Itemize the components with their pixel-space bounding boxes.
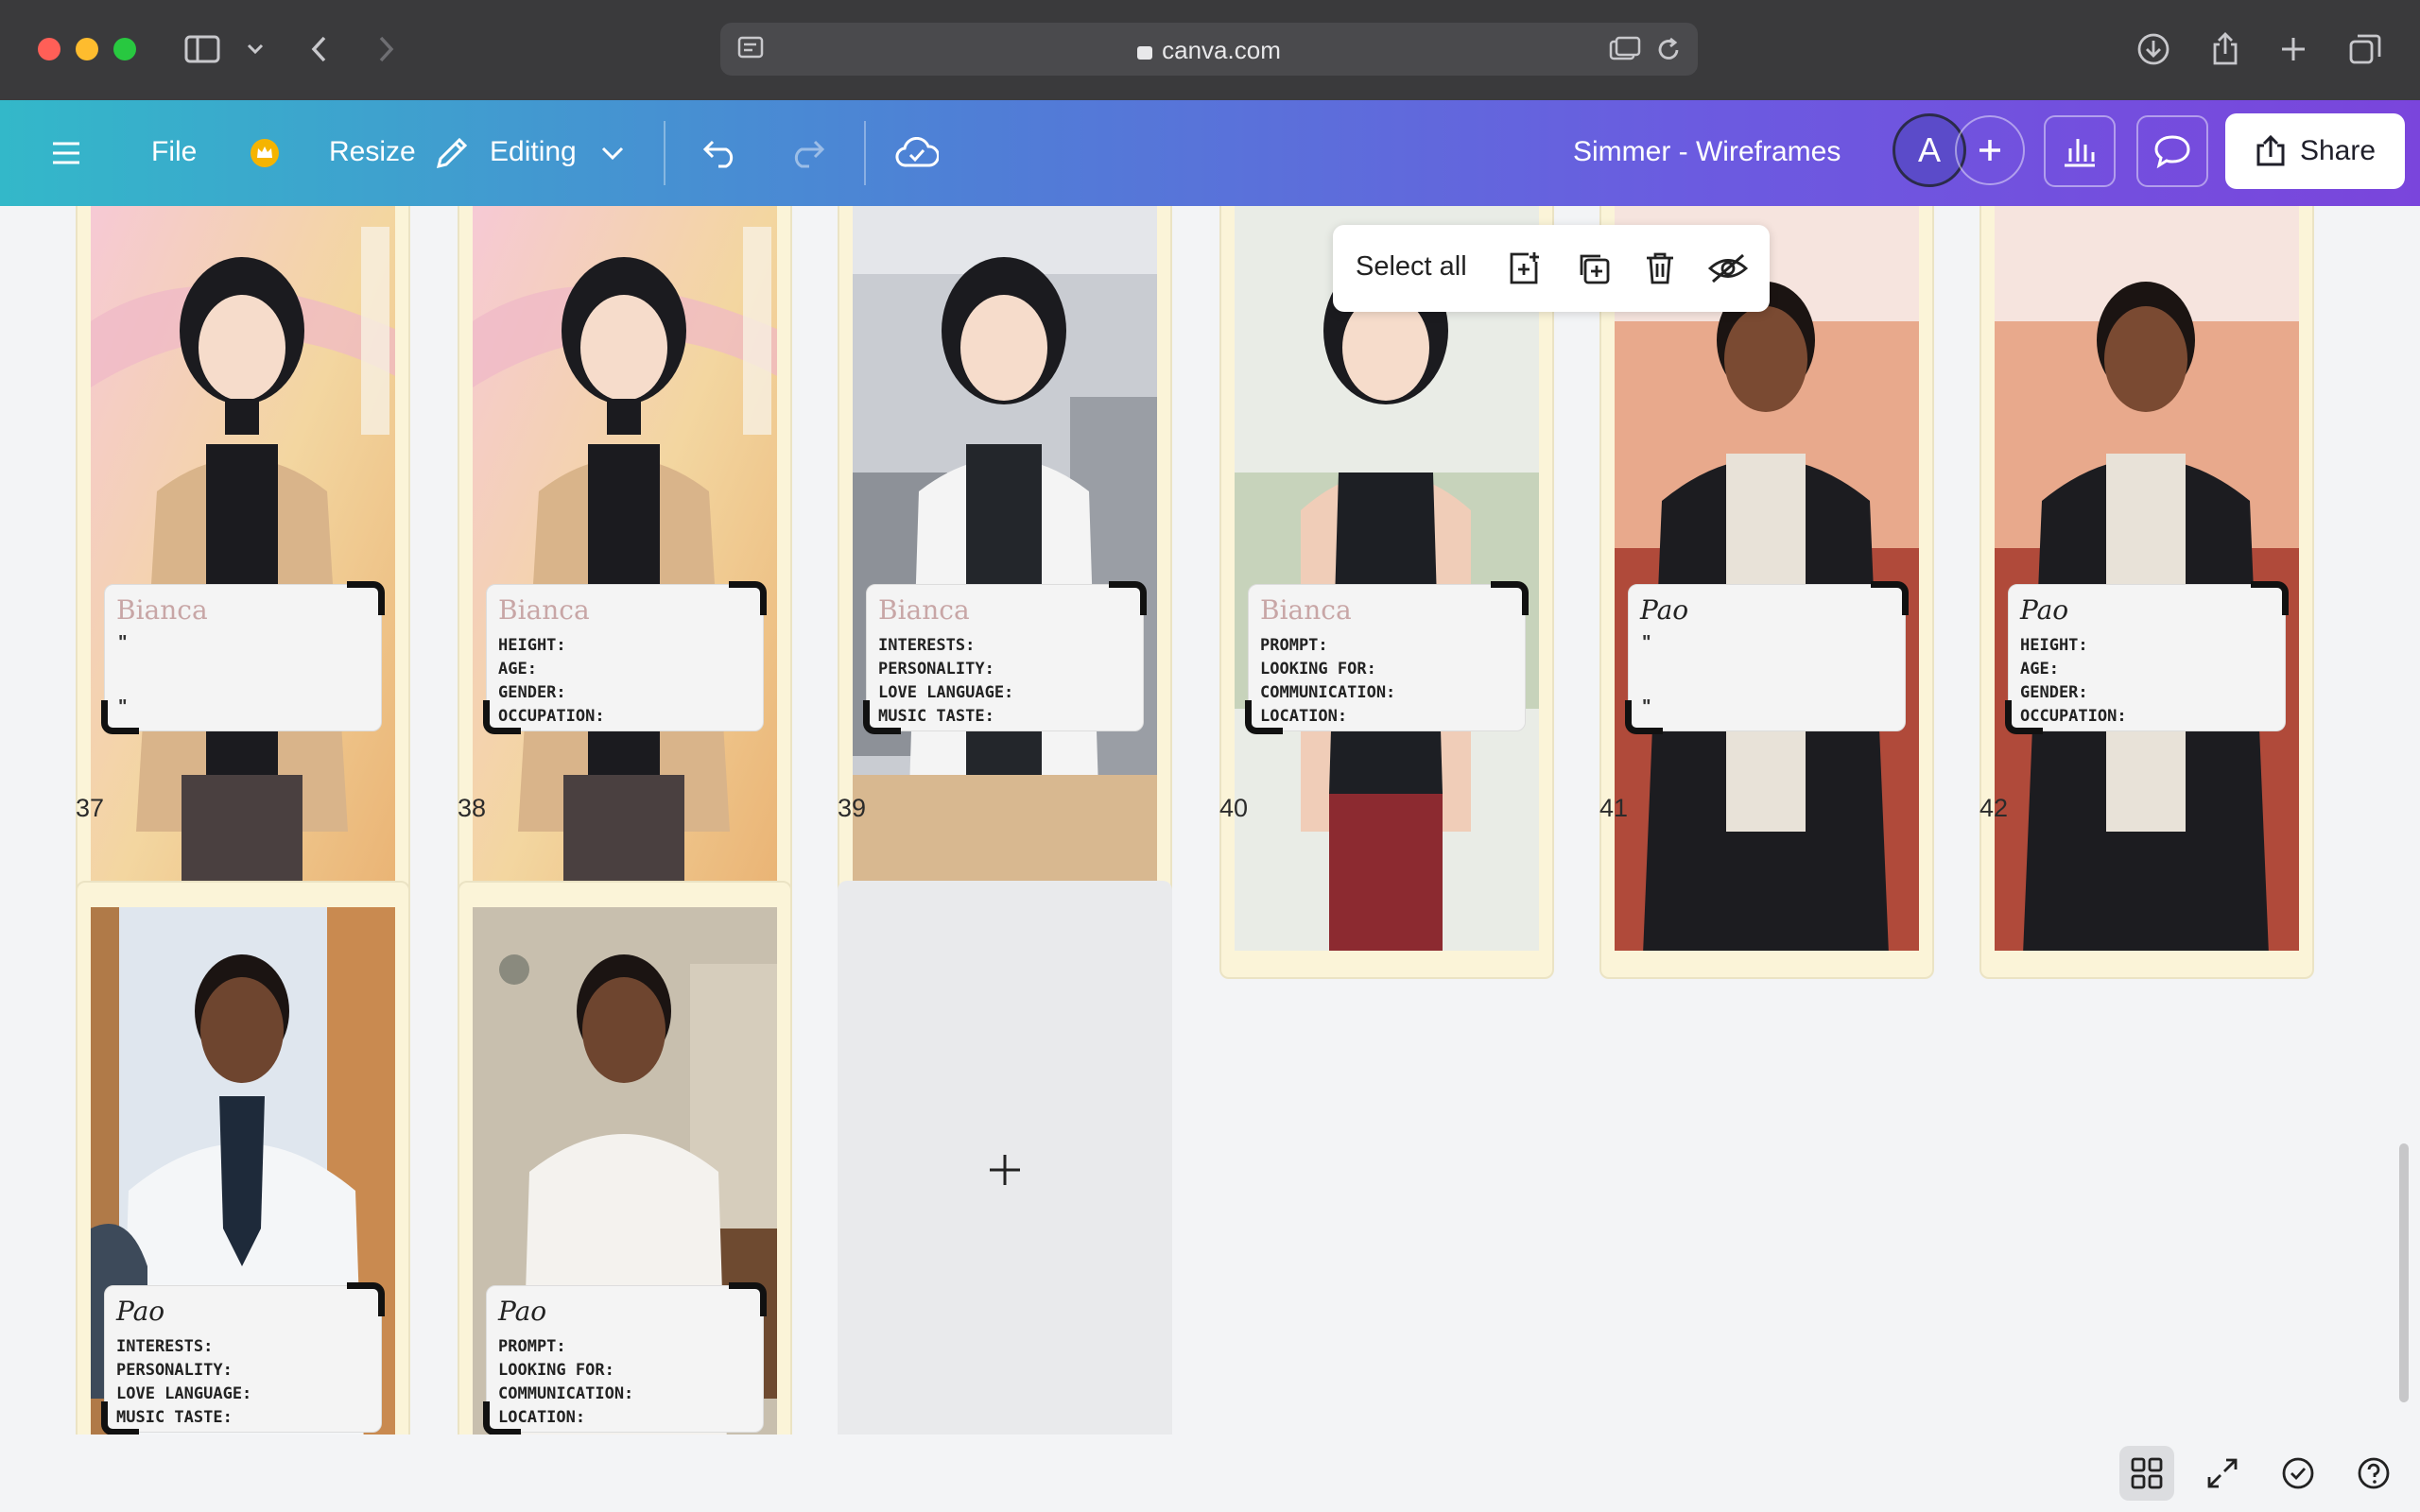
back-icon[interactable]: [299, 28, 340, 70]
plus-icon: [990, 1155, 1020, 1185]
profile-card: Pao " ": [1625, 581, 1909, 734]
character-illustration: [473, 206, 777, 951]
fullscreen-button[interactable]: [2195, 1446, 2250, 1501]
pencil-icon: [427, 129, 476, 178]
document-title[interactable]: Simmer - Wireframes: [1573, 136, 1841, 168]
profile-name: Pao: [116, 1296, 165, 1327]
profile-name: Pao: [498, 1296, 547, 1327]
chevron-down-icon[interactable]: [234, 28, 276, 70]
crown-icon: [242, 129, 287, 178]
profile-fields: PROMPT: LOOKING FOR: COMMUNICATION: LOCATIO…: [498, 1337, 634, 1427]
toolbar-divider: [864, 121, 866, 185]
trash-icon[interactable]: [1637, 246, 1683, 291]
page-number: 39: [838, 794, 867, 822]
profile-card: Bianca INTERESTS: PERSONALITY: LOVE LANGUA…: [863, 581, 1147, 734]
character-illustration: [1615, 206, 1919, 951]
editing-mode-dropdown[interactable]: Editing: [490, 136, 577, 168]
forward-icon[interactable]: [365, 28, 406, 70]
character-illustration: [91, 206, 395, 951]
close-window-button[interactable]: [38, 38, 60, 60]
page-selection-toolbar: Select all: [1333, 225, 1770, 312]
resize-button[interactable]: Resize: [329, 136, 416, 168]
add-page-button[interactable]: [838, 881, 1172, 1435]
menu-icon[interactable]: [42, 129, 91, 178]
insights-button[interactable]: [2044, 115, 2116, 187]
page-number: 41: [1599, 794, 1629, 822]
help-button[interactable]: [2346, 1446, 2401, 1501]
expand-icon: [2207, 1458, 2238, 1488]
profile-name: Pao: [2020, 594, 2069, 626]
profile-card: Bianca HEIGHT: AGE: GENDER: OCCUPATION:: [483, 581, 767, 734]
cloud-saved-icon[interactable]: [892, 129, 942, 178]
profile-card: Pao INTERESTS: PERSONALITY: LOVE LANGUAGE:…: [101, 1282, 385, 1435]
page-number: 37: [76, 794, 105, 822]
upload-icon: [2256, 134, 2285, 166]
duplicate-icon[interactable]: [1571, 246, 1616, 291]
tab-overview-icon[interactable]: [2344, 28, 2386, 70]
profile-name: Bianca: [498, 594, 590, 626]
redo-icon[interactable]: [783, 129, 832, 178]
toolbar-divider: [664, 121, 666, 185]
file-menu[interactable]: File: [151, 136, 197, 168]
page-number: 40: [1219, 794, 1249, 822]
grid-view-button[interactable]: [2119, 1446, 2174, 1501]
profile-card: Bianca " ": [101, 581, 385, 734]
hide-icon[interactable]: [1705, 246, 1751, 291]
maximize-window-button[interactable]: [113, 38, 136, 60]
character-illustration: [853, 206, 1157, 951]
editor-footer: [0, 1435, 2420, 1512]
sidebar-toggle-icon[interactable]: [182, 28, 223, 70]
profile-fields: PROMPT: LOOKING FOR: COMMUNICATION: LOCATIO…: [1260, 636, 1396, 726]
profile-name: Bianca: [1260, 594, 1352, 626]
profile-card: Bianca PROMPT: LOOKING FOR: COMMUNICATION:…: [1245, 581, 1529, 734]
share-button[interactable]: Share: [2225, 113, 2405, 189]
address-bar[interactable]: canva.com: [720, 23, 1698, 76]
pages-grid: Bianca " " Bianca HEIGHT: AGE: GENDER: OCCU…: [0, 206, 2420, 1435]
quote-mark: ": [1642, 696, 1651, 717]
profile-name: Bianca: [116, 594, 208, 626]
profile-fields: HEIGHT: AGE: GENDER: OCCUPATION:: [498, 636, 605, 726]
help-icon: [2358, 1457, 2390, 1489]
vertical-scrollbar[interactable]: [2399, 1143, 2409, 1402]
profile-fields: HEIGHT: AGE: GENDER: OCCUPATION:: [2020, 636, 2127, 726]
page-number: 42: [1979, 794, 2009, 822]
reader-icon[interactable]: [1609, 36, 1641, 67]
check-button[interactable]: [2271, 1446, 2325, 1501]
add-page-icon[interactable]: [1501, 246, 1547, 291]
quote-mark: ": [1642, 632, 1651, 653]
character-illustration: [1995, 206, 2299, 951]
chevron-down-icon[interactable]: [588, 129, 637, 178]
comments-button[interactable]: [2136, 115, 2208, 187]
quote-mark: ": [118, 696, 128, 717]
check-circle-icon: [2282, 1457, 2314, 1489]
quote-mark: ": [118, 632, 128, 653]
share-page-icon[interactable]: [2204, 28, 2246, 70]
page-number: 38: [458, 794, 487, 822]
add-collaborator-button[interactable]: [1955, 115, 2025, 185]
profile-card: Pao HEIGHT: AGE: GENDER: OCCUPATION:: [2005, 581, 2289, 734]
character-illustration: [1235, 206, 1539, 951]
minimize-window-button[interactable]: [76, 38, 98, 60]
profile-fields: INTERESTS: PERSONALITY: LOVE LANGUAGE: MUSI…: [878, 636, 1014, 726]
select-all-button[interactable]: Select all: [1356, 251, 1467, 283]
browser-chrome: canva.com: [0, 0, 2420, 100]
profile-card: Pao PROMPT: LOOKING FOR: COMMUNICATION: LOC…: [483, 1282, 767, 1435]
share-label: Share: [2299, 135, 2377, 166]
new-tab-icon[interactable]: [2273, 28, 2314, 70]
grid-icon: [2131, 1457, 2163, 1489]
profile-fields: INTERESTS: PERSONALITY: LOVE LANGUAGE: MUSI…: [116, 1337, 252, 1427]
url-text: canva.com: [720, 36, 1698, 65]
profile-name: Pao: [1640, 594, 1689, 626]
profile-name: Bianca: [878, 594, 970, 626]
undo-icon[interactable]: [696, 129, 745, 178]
reload-icon[interactable]: [1654, 36, 1683, 69]
downloads-icon[interactable]: [2133, 28, 2174, 70]
lock-icon: [1137, 46, 1153, 60]
